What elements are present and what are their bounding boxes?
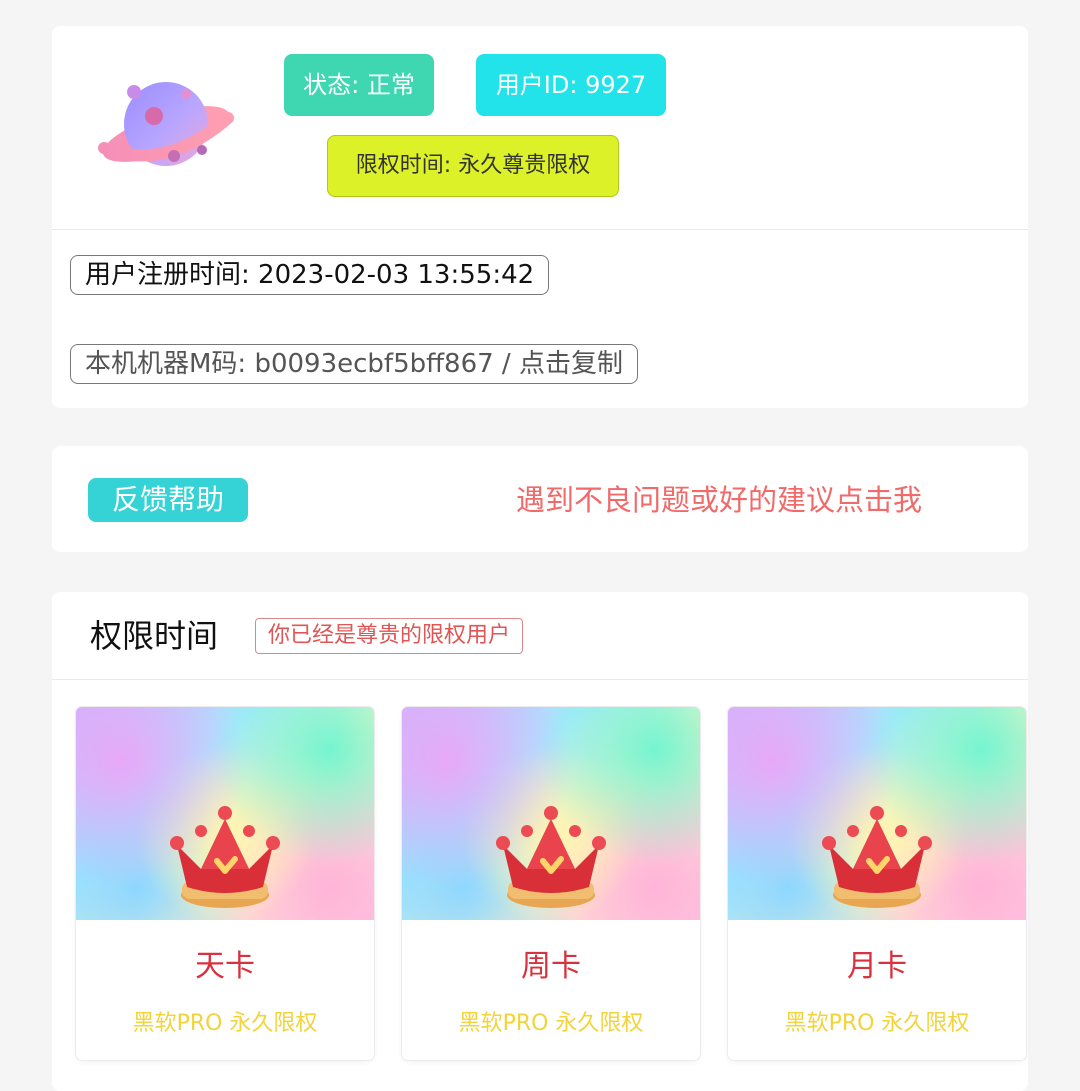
plan-banner: [76, 707, 374, 920]
feedback-link[interactable]: 遇到不良问题或好的建议点击我: [516, 480, 976, 520]
plan-name: 月卡: [847, 949, 907, 984]
plan-card-week[interactable]: 周卡 黑软PRO 永久限权: [402, 707, 700, 1060]
plan-card-day[interactable]: 天卡 黑软PRO 永久限权: [76, 707, 374, 1060]
plan-name: 天卡: [195, 949, 255, 984]
crown-icon: [822, 806, 932, 908]
divider: [52, 679, 1028, 680]
plan-banner: [402, 707, 700, 920]
user-id-badge: 用户ID: 9927: [476, 54, 666, 116]
crown-icon: [170, 806, 280, 908]
feedback-card: 反馈帮助 遇到不良问题或好的建议点击我: [52, 446, 1028, 552]
crown-icon: [496, 806, 606, 908]
machine-code-copy-button[interactable]: 本机机器M码: b0093ecbf5bff867 / 点击复制: [70, 344, 638, 384]
divider: [52, 229, 1028, 230]
plan-card-month[interactable]: 月卡 黑软PRO 永久限权: [728, 707, 1026, 1060]
plan-description: 黑软PRO 永久限权: [458, 1011, 644, 1036]
feedback-help-badge: 反馈帮助: [88, 478, 248, 522]
registration-time-tag: 用户注册时间: 2023-02-03 13:55:42: [70, 255, 550, 295]
plan-description: 黑软PRO 永久限权: [784, 1011, 970, 1036]
planet-icon: [98, 82, 234, 166]
status-badge: 状态: 正常: [284, 54, 434, 116]
profile-card: 状态: 正常 用户ID: 9927 限权时间: 永久尊贵限权 用户注册时间: 2…: [52, 26, 1028, 408]
plan-banner: [728, 707, 1026, 920]
privileges-note: 你已经是尊贵的限权用户: [255, 618, 524, 654]
plan-name: 周卡: [521, 949, 581, 984]
privileges-card: 权限时间 你已经是尊贵的限权用户 天卡 黑软PRO 永久限权 周卡 黑软PRO …: [52, 592, 1028, 1091]
plan-description: 黑软PRO 永久限权: [132, 1011, 318, 1036]
privilege-time-badge: 限权时间: 永久尊贵限权: [327, 135, 619, 197]
privileges-title: 权限时间: [90, 617, 219, 655]
